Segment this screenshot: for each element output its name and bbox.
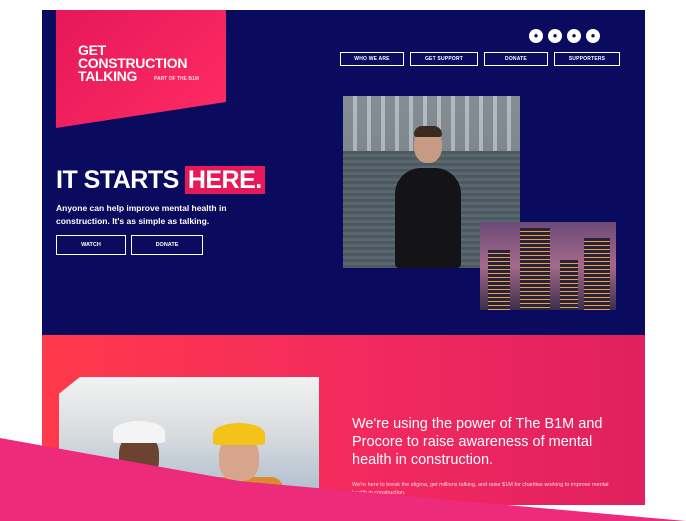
globe-icon[interactable]: ●: [586, 29, 600, 43]
twitter-icon[interactable]: ●: [548, 29, 562, 43]
mission-body: We're here to break the stigma, get mill…: [352, 482, 609, 496]
nav-get-support[interactable]: GET SUPPORT: [410, 52, 478, 66]
instagram-icon[interactable]: ●: [529, 29, 543, 43]
main-nav: WHO WE ARE GET SUPPORT DONATE SUPPORTERS: [340, 52, 620, 66]
facebook-icon[interactable]: ●: [567, 29, 581, 43]
nav-who-we-are[interactable]: WHO WE ARE: [340, 52, 404, 66]
donate-button[interactable]: DONATE: [131, 235, 203, 255]
hero-photo-city: [480, 222, 616, 310]
hero-section: GET CONSTRUCTION TALKING PART OF THE B1M…: [42, 10, 645, 335]
watch-button[interactable]: WATCH: [56, 235, 126, 255]
hero-headline: IT STARTS HERE.: [56, 166, 265, 195]
logo[interactable]: GET CONSTRUCTION TALKING PART OF THE B1M: [56, 10, 226, 128]
nav-donate[interactable]: DONATE: [484, 52, 548, 66]
worker-hardhat: [113, 421, 165, 443]
city-building: [584, 238, 610, 310]
city-building: [560, 260, 578, 310]
city-building: [488, 250, 510, 310]
worker-hardhat: [213, 423, 265, 445]
headline-start: IT STARTS: [56, 166, 179, 194]
photo-person-body: [395, 168, 461, 268]
photo-person-hair: [414, 126, 442, 137]
nav-supporters[interactable]: SUPPORTERS: [554, 52, 620, 66]
social-links: ● ● ● ●: [529, 29, 600, 43]
landing-page: GET CONSTRUCTION TALKING PART OF THE B1M…: [42, 10, 645, 505]
logo-tagline: PART OF THE B1M: [154, 76, 199, 82]
city-building: [520, 228, 550, 310]
hero-subtext: Anyone can help improve mental health in…: [56, 203, 227, 226]
headline-highlight: HERE.: [184, 166, 265, 194]
mission-heading: We're using the power of The B1M and Pro…: [352, 416, 603, 468]
